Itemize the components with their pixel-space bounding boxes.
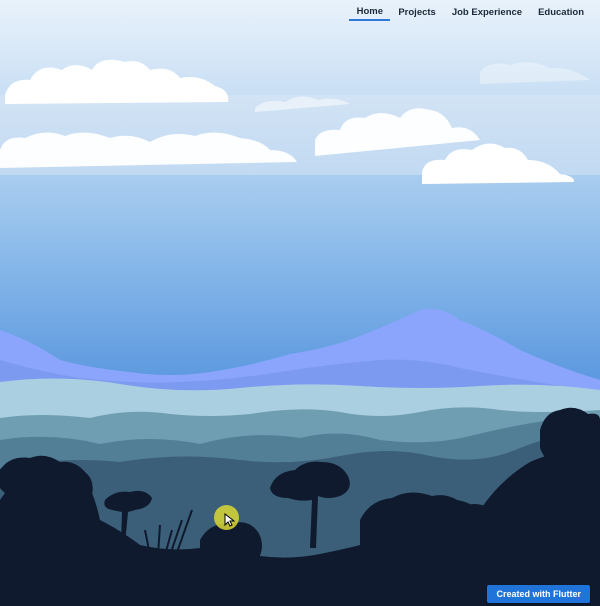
top-navigation: Home Projects Job Experience Education xyxy=(349,6,592,34)
portfolio-page: Home Projects Job Experience Education C… xyxy=(0,0,600,606)
tab-home[interactable]: Home xyxy=(349,6,391,34)
landscape-background xyxy=(0,0,600,606)
tab-job-experience[interactable]: Job Experience xyxy=(444,6,530,34)
mouse-cursor-icon xyxy=(224,513,236,527)
tab-projects[interactable]: Projects xyxy=(390,6,444,34)
tab-education[interactable]: Education xyxy=(530,6,592,34)
created-with-flutter-button[interactable]: Created with Flutter xyxy=(487,585,590,603)
